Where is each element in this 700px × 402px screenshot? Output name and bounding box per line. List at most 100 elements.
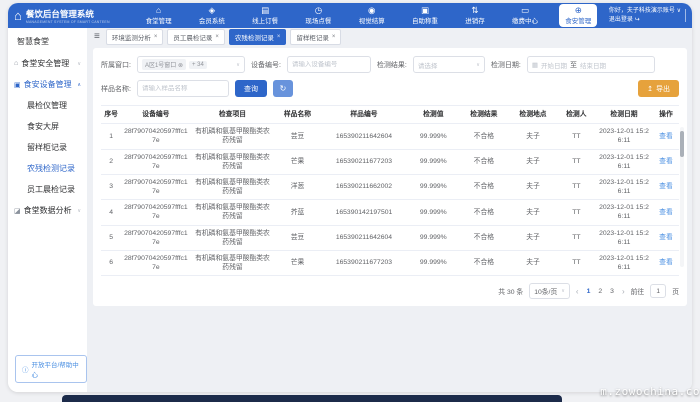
nav-item-icon: ▭ [521, 6, 529, 15]
export-icon: ↥ [647, 85, 653, 93]
top-nav-item[interactable]: ⇅ 进销存 [459, 4, 491, 28]
info-icon: ⓘ [22, 364, 29, 374]
export-button[interactable]: ↥ 导出 [638, 80, 679, 97]
page-size-select[interactable]: 10条/页 ∨ [529, 283, 570, 299]
top-nav-item[interactable]: ▣ 自助称重 [406, 4, 444, 28]
top-nav-item[interactable]: ▤ 线上订餐 [246, 4, 284, 28]
table-header-row: 序号设备编号检查项目样品名称样品编号检测值检测结果检测地点检测人检测日期操作 [101, 106, 679, 124]
close-icon[interactable]: × [332, 34, 336, 40]
sidebar-group-label: 食堂安全管理 [21, 58, 69, 69]
search-button[interactable]: 查询 [235, 80, 267, 97]
prev-page-button[interactable]: ‹ [576, 287, 579, 296]
table-scrollbar[interactable] [680, 127, 684, 267]
view-link[interactable]: 查看 [659, 158, 673, 165]
view-link[interactable]: 查看 [659, 183, 673, 190]
sample-name-input[interactable] [142, 85, 224, 92]
sidebar-subitem-label: 食安大屏 [27, 122, 59, 131]
top-nav-item[interactable]: ◈ 会员系统 [193, 4, 231, 28]
cell-check-project: 有机磷和氨基甲酸酯类农药残留 [191, 124, 275, 149]
top-nav-item[interactable]: ◉ 视觉结算 [353, 4, 391, 28]
results-table: 序号设备编号检查项目样品名称样品编号检测值检测结果检测地点检测人检测日期操作 1… [101, 105, 679, 276]
close-icon[interactable]: × [154, 34, 158, 40]
page-tab[interactable]: 留样柜记录 × [290, 29, 341, 45]
page-number-button[interactable]: 2 [596, 288, 604, 295]
sidebar-subitem[interactable]: 留样柜记录 [8, 137, 87, 158]
top-nav-item[interactable]: ⊕ 食安管理 [559, 4, 597, 28]
view-link[interactable]: 查看 [659, 259, 673, 266]
app-subtitle: MANAGEMENT SYSTEM OF SMART CANTEEN [26, 20, 110, 24]
cell-sample-name: 洋葱 [274, 174, 320, 199]
page-tab[interactable]: 员工晨检记录 × [167, 29, 225, 45]
top-nav-item[interactable]: ⌂ 食堂管理 [140, 4, 178, 28]
view-link[interactable]: 查看 [659, 234, 673, 241]
sidebar-subitem[interactable]: 食安大屏 [8, 116, 87, 137]
user-menu[interactable]: 你好，夫子科技演示账号 ∨ 退出登录 ↪ [609, 7, 686, 25]
cell-seq: 3 [101, 174, 121, 199]
cell-device-number: 28f79070420597fffc17e [121, 174, 190, 199]
page-number-button[interactable]: 1 [585, 288, 593, 295]
logout-link[interactable]: 退出登录 [609, 17, 633, 23]
date-range-picker[interactable]: ▦ 开始日期 至 结束日期 [527, 56, 655, 73]
sidebar-group-data-analysis[interactable]: ◪ 食堂数据分析 ∨ [8, 200, 87, 221]
column-header: 操作 [653, 106, 679, 124]
sidebar-subitem[interactable]: 晨检仪管理 [8, 95, 87, 116]
column-header: 检查项目 [191, 106, 275, 124]
cell-test-result: 不合格 [459, 200, 508, 225]
page-tab[interactable]: 农残检测记录 × [229, 29, 287, 45]
cell-seq: 2 [101, 149, 121, 174]
chevron-down-icon: ∨ [561, 288, 565, 294]
cell-test-value: 99.999% [407, 174, 459, 199]
close-icon[interactable]: × [277, 34, 281, 40]
sidebar-subitem-label: 农残检测记录 [27, 164, 75, 173]
sidebar-group-canteen-safety[interactable]: ⌂ 食堂安全管理 ∨ [8, 53, 87, 74]
column-header: 检测日期 [595, 106, 653, 124]
scrollbar-thumb[interactable] [680, 131, 684, 157]
goto-page-input[interactable] [650, 284, 666, 298]
nav-item-label: 视觉结算 [359, 15, 385, 25]
total-count: 共 30 条 [498, 286, 523, 296]
window-filter-label: 所属窗口: [101, 60, 131, 70]
cell-test-result: 不合格 [459, 250, 508, 275]
selected-window-tag[interactable]: A区1号窗口 ⊗ [142, 59, 186, 70]
user-greeting: 你好，夫子科技演示账号 [609, 8, 675, 14]
nav-item-icon: ▣ [421, 6, 429, 15]
chevron-down-icon: ∨ [77, 208, 81, 214]
logo-house-icon: ⌂ [14, 9, 22, 22]
result-select[interactable]: 请选择 ∨ [413, 56, 485, 73]
page-number-button[interactable]: 3 [608, 288, 616, 295]
nav-item-label: 缴费中心 [512, 15, 538, 25]
top-nav: ⌂ 食堂管理 ◈ 会员系统 ▤ 线上订餐 ◷ 现场点餐 [132, 4, 605, 28]
view-link[interactable]: 查看 [659, 133, 673, 140]
cell-device-number: 28f79070420597fffc17e [121, 250, 190, 275]
sidebar-subitem[interactable]: 农残检测记录 [8, 158, 87, 179]
cell-sample-name: 芒果 [274, 149, 320, 174]
device-number-input[interactable] [292, 61, 366, 68]
page-tab[interactable]: 环境监测分析 × [106, 29, 164, 45]
content-card: 所属窗口: A区1号窗口 ⊗ + 34 ∨ 设备编号: 检测结果: [93, 48, 687, 306]
end-date-placeholder: 结束日期 [580, 60, 606, 70]
chevron-down-icon[interactable]: ∨ [677, 8, 681, 14]
view-link[interactable]: 查看 [659, 209, 673, 216]
cell-check-project: 有机磷和氨基甲酸酯类农药残留 [191, 149, 275, 174]
collapse-sidebar-icon[interactable]: ≡ [94, 31, 100, 42]
nav-item-label: 线上订餐 [252, 15, 278, 25]
sidebar-group-food-safety-devices[interactable]: ▣ 食安设备管理 ∧ [8, 74, 87, 95]
next-page-button[interactable]: › [622, 287, 625, 296]
top-nav-item[interactable]: ◷ 现场点餐 [299, 4, 337, 28]
nav-item-icon: ⇅ [471, 6, 478, 15]
top-nav-item[interactable]: ▭ 缴费中心 [506, 4, 544, 28]
window-multiselect[interactable]: A区1号窗口 ⊗ + 34 ∨ [137, 56, 245, 73]
nav-item-icon: ◷ [315, 6, 322, 15]
result-filter-label: 检测结果: [377, 60, 407, 70]
sidebar-title: 智慧食堂 [8, 28, 87, 53]
open-platform-help-button[interactable]: ⓘ 开放平台/帮助中心 [15, 355, 87, 383]
bottom-dock-bar [62, 395, 562, 402]
close-icon[interactable]: × [215, 34, 219, 40]
home-icon: ⌂ [14, 60, 18, 67]
sidebar-subitem[interactable]: 员工晨检记录 [8, 179, 87, 200]
filter-row-2: 样品名称: 查询 ↻ ↥ 导出 [101, 80, 679, 97]
reset-button[interactable]: ↻ [273, 80, 293, 97]
tag-close-icon[interactable]: ⊗ [178, 63, 183, 69]
chevron-down-icon: ∨ [476, 62, 480, 68]
app-window: ⌂ 餐饮后台管理系统 MANAGEMENT SYSTEM OF SMART CA… [8, 3, 692, 392]
